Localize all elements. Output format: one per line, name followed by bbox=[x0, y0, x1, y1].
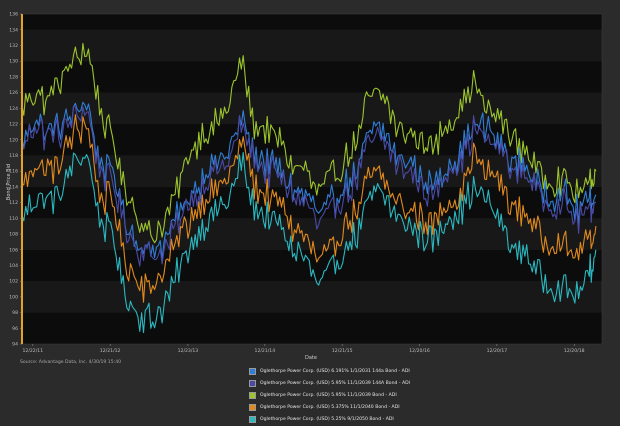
legend-swatch bbox=[249, 415, 256, 423]
x-axis-label: Date bbox=[305, 355, 317, 361]
legend-label: Oglethorpe Power Corp. (USD) 5.375% 11/1… bbox=[260, 404, 400, 410]
plot-background bbox=[22, 14, 602, 344]
x-tick-label: 12/20/18 bbox=[564, 348, 585, 354]
y-tick-label: 110 bbox=[9, 216, 18, 222]
legend-item: Oglethorpe Power Corp. (USD) 6.191% 1/1/… bbox=[249, 366, 489, 376]
legend-label: Oglethorpe Power Corp. (USD) 5.95% 11/1/… bbox=[260, 392, 397, 398]
legend: Oglethorpe Power Corp. (USD) 6.191% 1/1/… bbox=[249, 366, 489, 426]
y-tick-label: 104 bbox=[9, 263, 18, 269]
y-tick-label: 124 bbox=[9, 106, 18, 112]
plot-band bbox=[22, 14, 602, 30]
legend-label: Oglethorpe Power Corp. (USD) 6.191% 1/1/… bbox=[260, 368, 410, 374]
x-tick-label: 12/20/17 bbox=[487, 348, 508, 354]
y-tick-label: 126 bbox=[9, 90, 18, 96]
y-tick-label: 132 bbox=[9, 43, 18, 49]
y-tick-label: 100 bbox=[9, 294, 18, 300]
y-tick-label: 122 bbox=[9, 122, 18, 128]
y-tick-label: 136 bbox=[9, 12, 18, 18]
x-tick-label: 12/20/16 bbox=[409, 348, 430, 354]
x-axis-ticks: 12/22/11 12/21/12 12/23/13 12/21/14 12/21/15… bbox=[22, 344, 585, 354]
x-tick-label: 12/23/13 bbox=[178, 348, 199, 354]
legend-swatch bbox=[249, 403, 256, 411]
x-tick-label: 12/21/12 bbox=[100, 348, 121, 354]
legend-item: Oglethorpe Power Corp. (USD) 5.375% 11/1… bbox=[249, 402, 489, 412]
x-tick-label: 12/22/11 bbox=[22, 348, 43, 354]
y-tick-label: 96 bbox=[12, 326, 18, 332]
plot-band bbox=[22, 249, 602, 282]
y-tick-label: 130 bbox=[9, 59, 18, 65]
legend-label: Oglethorpe Power Corp. (USD) 5.95% 11/1/… bbox=[260, 380, 411, 386]
legend-swatch bbox=[249, 391, 256, 399]
legend-swatch bbox=[249, 379, 256, 387]
y-tick-label: 118 bbox=[9, 153, 18, 159]
y-tick-label: 94 bbox=[12, 342, 18, 348]
chart: 9496981001021041061081101121141161181201… bbox=[6, 12, 603, 361]
y-axis-label: Bond Price Bid bbox=[6, 164, 12, 200]
legend-item: Oglethorpe Power Corp. (USD) 5.95% 11/1/… bbox=[249, 390, 489, 400]
plot-band bbox=[22, 29, 602, 62]
legend-label: Oglethorpe Power Corp. (USD) 5.25% 9/1/2… bbox=[260, 416, 394, 422]
plot-band bbox=[22, 61, 602, 93]
legend-item: Oglethorpe Power Corp. (USD) 5.95% 11/1/… bbox=[249, 378, 489, 388]
y-tick-label: 98 bbox=[12, 310, 18, 316]
y-tick-label: 134 bbox=[9, 27, 18, 33]
y-tick-label: 102 bbox=[9, 279, 18, 285]
x-tick-label: 12/21/15 bbox=[332, 348, 353, 354]
y-tick-label: 106 bbox=[9, 247, 18, 253]
plot-band bbox=[22, 281, 602, 313]
legend-swatch bbox=[249, 367, 256, 375]
x-tick-label: 12/21/14 bbox=[255, 348, 276, 354]
plot-band bbox=[22, 312, 602, 344]
legend-item: Oglethorpe Power Corp. (USD) 5.25% 9/1/2… bbox=[249, 414, 489, 424]
y-tick-label: 108 bbox=[9, 232, 18, 238]
y-tick-label: 120 bbox=[9, 137, 18, 143]
y-tick-label: 128 bbox=[9, 74, 18, 80]
source-note: Source: Advantage Data, Inc. 4/30/19 15:… bbox=[20, 360, 122, 365]
